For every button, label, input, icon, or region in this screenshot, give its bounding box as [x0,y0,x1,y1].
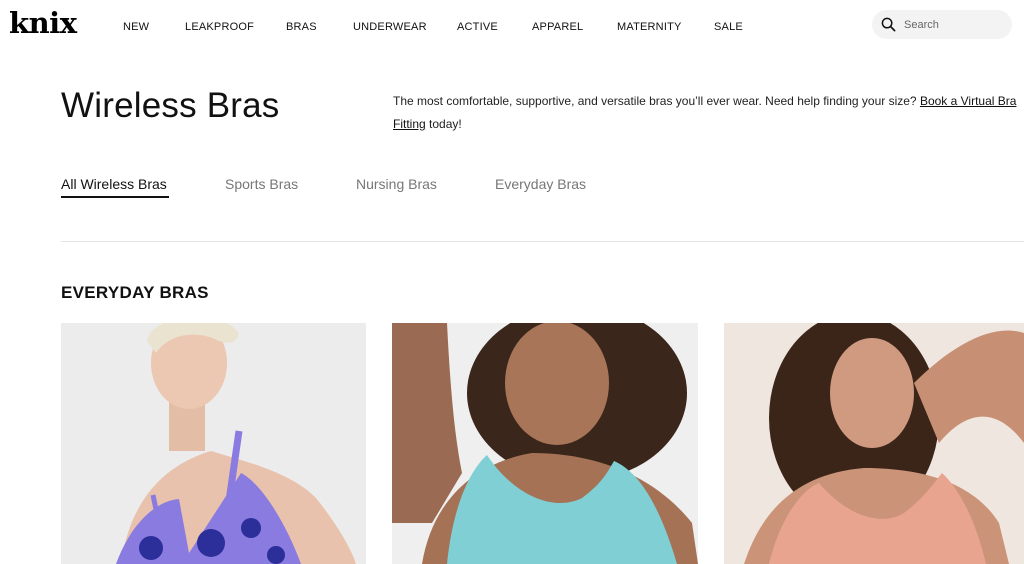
tab-sports-bras[interactable]: Sports Bras [225,176,298,192]
tab-everyday-bras[interactable]: Everyday Bras [495,176,586,192]
nav-item-apparel[interactable]: APPAREL [532,21,583,33]
section-heading: EVERYDAY BRAS [61,283,209,302]
search-input[interactable] [904,16,1004,33]
product-image[interactable] [392,323,698,564]
tab-all-wireless-bras[interactable]: All Wireless Bras [61,176,167,192]
tab-nursing-bras[interactable]: Nursing Bras [356,176,437,192]
nav-item-bras[interactable]: BRAS [286,21,317,33]
nav-item-leakproof[interactable]: LEAKPROOF [185,21,254,33]
site-header: knix NEW LEAKPROOF BRAS UNDERWEAR ACTIVE… [0,0,1024,52]
nav-item-sale[interactable]: SALE [714,21,743,33]
search-box[interactable] [872,10,1012,39]
nav-item-underwear[interactable]: UNDERWEAR [353,21,427,33]
active-tab-indicator [61,196,169,198]
product-card[interactable] [61,323,366,564]
section-divider [61,241,1024,242]
description-text: The most comfortable, supportive, and ve… [393,94,920,108]
brand-logo[interactable]: knix [9,6,77,40]
nav-item-maternity[interactable]: MATERNITY [617,21,682,33]
search-icon[interactable] [881,17,896,32]
product-image[interactable] [724,323,1024,564]
product-image[interactable] [61,323,366,564]
nav-item-new[interactable]: NEW [123,21,149,33]
page-description: The most comfortable, supportive, and ve… [393,90,1024,136]
description-suffix: today! [425,117,462,131]
nav-item-active[interactable]: ACTIVE [457,21,498,33]
product-card[interactable] [724,323,1024,564]
product-card[interactable] [392,323,698,564]
page-title: Wireless Bras [61,86,280,125]
